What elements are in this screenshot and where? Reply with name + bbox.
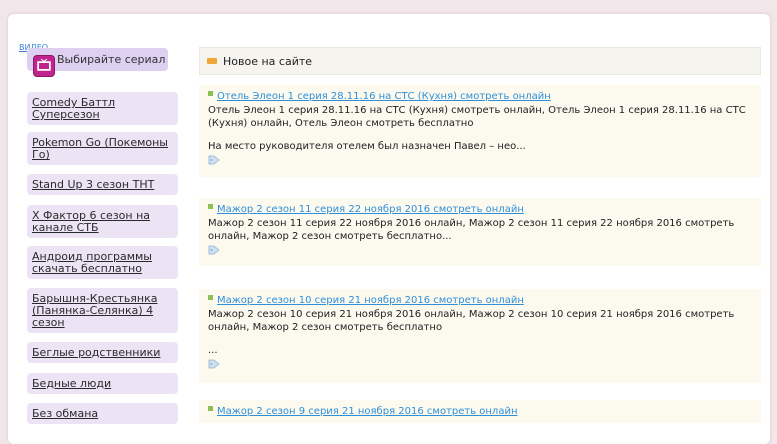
sidebar-item[interactable]: Stand Up 3 сезон ТНТ: [27, 174, 178, 195]
tv-icon: [33, 55, 55, 77]
post-description: Мажор 2 сезон 11 серия 22 ноября 2016 он…: [208, 218, 735, 242]
post-card: Мажор 2 сезон 10 серия 21 ноября 2016 см…: [199, 289, 761, 383]
sidebar-item-link[interactable]: Барышня-Крестьянка (Панянка-Селянка) 4 с…: [32, 293, 173, 329]
sidebar-header: Выбирайте сериал: [27, 48, 168, 77]
sidebar-item-link[interactable]: Без обмана: [32, 408, 173, 420]
post-description: Мажор 2 сезон 10 серия 21 ноября 2016 он…: [208, 309, 735, 333]
bullet-icon: [208, 91, 213, 96]
sidebar-item-link[interactable]: Stand Up 3 сезон ТНТ: [32, 179, 173, 191]
post-title-link[interactable]: Мажор 2 сезон 9 серия 21 ноября 2016 смо…: [217, 406, 518, 417]
post-title-link[interactable]: Отель Элеон 1 серия 28.11.16 на СТС (Кух…: [217, 91, 551, 102]
tag-icon: [208, 245, 220, 255]
post-title-link[interactable]: Мажор 2 сезон 11 серия 22 ноября 2016 см…: [217, 204, 524, 215]
post-description: Отель Элеон 1 серия 28.11.16 на СТС (Кух…: [208, 105, 746, 129]
bullet-icon: [208, 295, 213, 300]
post-excerpt: На место руководителя отелем был назначе…: [208, 141, 526, 152]
tag-icon: [208, 155, 220, 165]
section-header: Новое на сайте: [199, 47, 761, 75]
sidebar-item[interactable]: Х Фактор 6 сезон на канале СТБ: [27, 205, 178, 238]
post-card: Мажор 2 сезон 9 серия 21 ноября 2016 смо…: [199, 400, 761, 423]
sidebar-item-link[interactable]: Pokemon Go (Покемоны Го): [32, 137, 173, 161]
post-title-link[interactable]: Мажор 2 сезон 10 серия 21 ноября 2016 см…: [217, 295, 524, 306]
sidebar-item[interactable]: Бедные люди: [27, 373, 178, 394]
sidebar-item[interactable]: Андроид программы скачать бесплатно: [27, 246, 178, 279]
sidebar-item[interactable]: Comedy Баттл Суперсезон: [27, 92, 178, 125]
sidebar-item[interactable]: Без обмана: [27, 403, 178, 424]
sidebar-item-link[interactable]: Comedy Баттл Суперсезон: [32, 97, 173, 121]
bullet-icon: [208, 406, 213, 411]
post-card: Мажор 2 сезон 11 серия 22 ноября 2016 см…: [199, 198, 761, 266]
sidebar-item[interactable]: Pokemon Go (Покемоны Го): [27, 132, 178, 165]
sidebar-item[interactable]: Барышня-Крестьянка (Панянка-Селянка) 4 с…: [27, 288, 178, 333]
tag-icon: [207, 58, 217, 64]
sidebar-item-link[interactable]: Андроид программы скачать бесплатно: [32, 251, 173, 275]
tag-icon: [208, 359, 220, 369]
sidebar-item-link[interactable]: Беглые родственники: [32, 347, 173, 359]
sidebar-header-label: Выбирайте сериал: [57, 53, 166, 66]
sidebar-item-link[interactable]: Бедные люди: [32, 378, 173, 390]
post-excerpt: ...: [208, 345, 218, 356]
bullet-icon: [208, 204, 213, 209]
section-title: Новое на сайте: [223, 55, 313, 68]
sidebar-item[interactable]: Беглые родственники: [27, 342, 178, 363]
sidebar-item-link[interactable]: Х Фактор 6 сезон на канале СТБ: [32, 210, 173, 234]
post-card: Отель Элеон 1 серия 28.11.16 на СТС (Кух…: [199, 85, 761, 177]
